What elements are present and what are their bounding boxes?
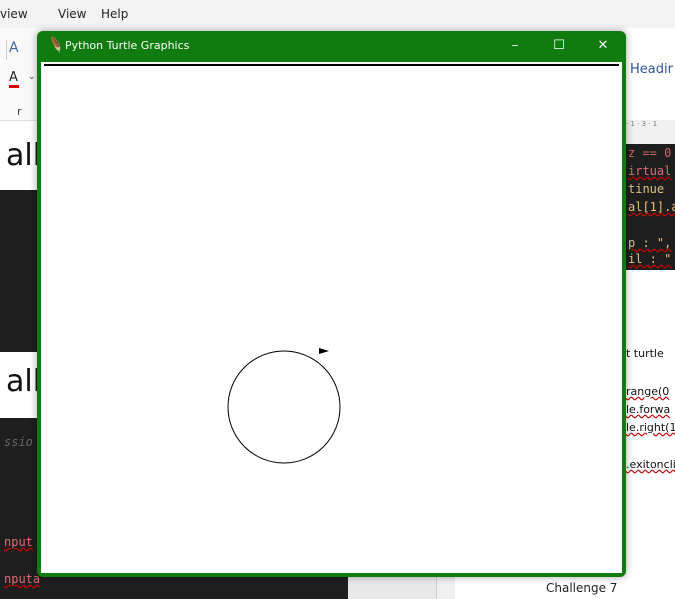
doc-page-right	[626, 28, 675, 599]
code-line: tinue	[628, 182, 665, 196]
font-color-swatch	[9, 85, 19, 88]
footer-text: Challenge 7	[546, 581, 618, 595]
turtle-canvas[interactable]	[41, 62, 622, 573]
menu-view-partial[interactable]: view	[0, 7, 28, 21]
doc-heading: all	[6, 138, 42, 173]
code-line: nput	[4, 535, 33, 549]
format-painter-icon[interactable]: A	[9, 40, 27, 58]
ribbon-label: r	[17, 105, 22, 118]
drawn-circle	[227, 350, 341, 464]
chevron-down-icon[interactable]: ⌄	[28, 72, 36, 82]
menu-help[interactable]: Help	[101, 7, 128, 21]
turtle-window[interactable]: 🪶 Python Turtle Graphics – ☐ ✕	[37, 31, 626, 577]
font-color-button[interactable]: A	[9, 70, 18, 85]
ribbon-separator	[6, 40, 7, 60]
code-line: p : ",	[628, 236, 672, 250]
page-divider	[436, 576, 455, 599]
doc-text: .exitoncli	[626, 458, 675, 471]
doc-text: range(0	[626, 385, 670, 398]
close-button[interactable]: ✕	[581, 31, 625, 61]
maximize-button[interactable]: ☐	[537, 31, 581, 61]
doc-text: t turtle	[626, 347, 664, 360]
code-line: z == 0	[628, 146, 672, 160]
title-bar[interactable]: 🪶 Python Turtle Graphics – ☐ ✕	[37, 31, 626, 61]
doc-text: le.forwa	[626, 403, 671, 416]
turtle-arrow-icon	[319, 348, 329, 354]
code-line: ssio	[4, 435, 33, 449]
code-block	[40, 576, 348, 599]
code-line: irtual	[628, 164, 672, 178]
minimize-button[interactable]: –	[493, 31, 537, 61]
feather-icon: 🪶	[46, 35, 65, 55]
heading-style-button[interactable]: Headir	[630, 62, 673, 77]
doc-text: le.right(1	[626, 421, 675, 434]
doc-heading: all	[6, 364, 42, 399]
ruler: · 1 · 3 · 1	[626, 120, 675, 144]
window-title: Python Turtle Graphics	[65, 39, 190, 52]
code-block	[0, 190, 40, 352]
code-line: il : "	[628, 252, 672, 266]
menu-view[interactable]: View	[58, 7, 86, 21]
doc-gap	[348, 576, 436, 599]
code-line: al[1].a	[628, 200, 675, 214]
drawing-surface	[227, 348, 341, 464]
